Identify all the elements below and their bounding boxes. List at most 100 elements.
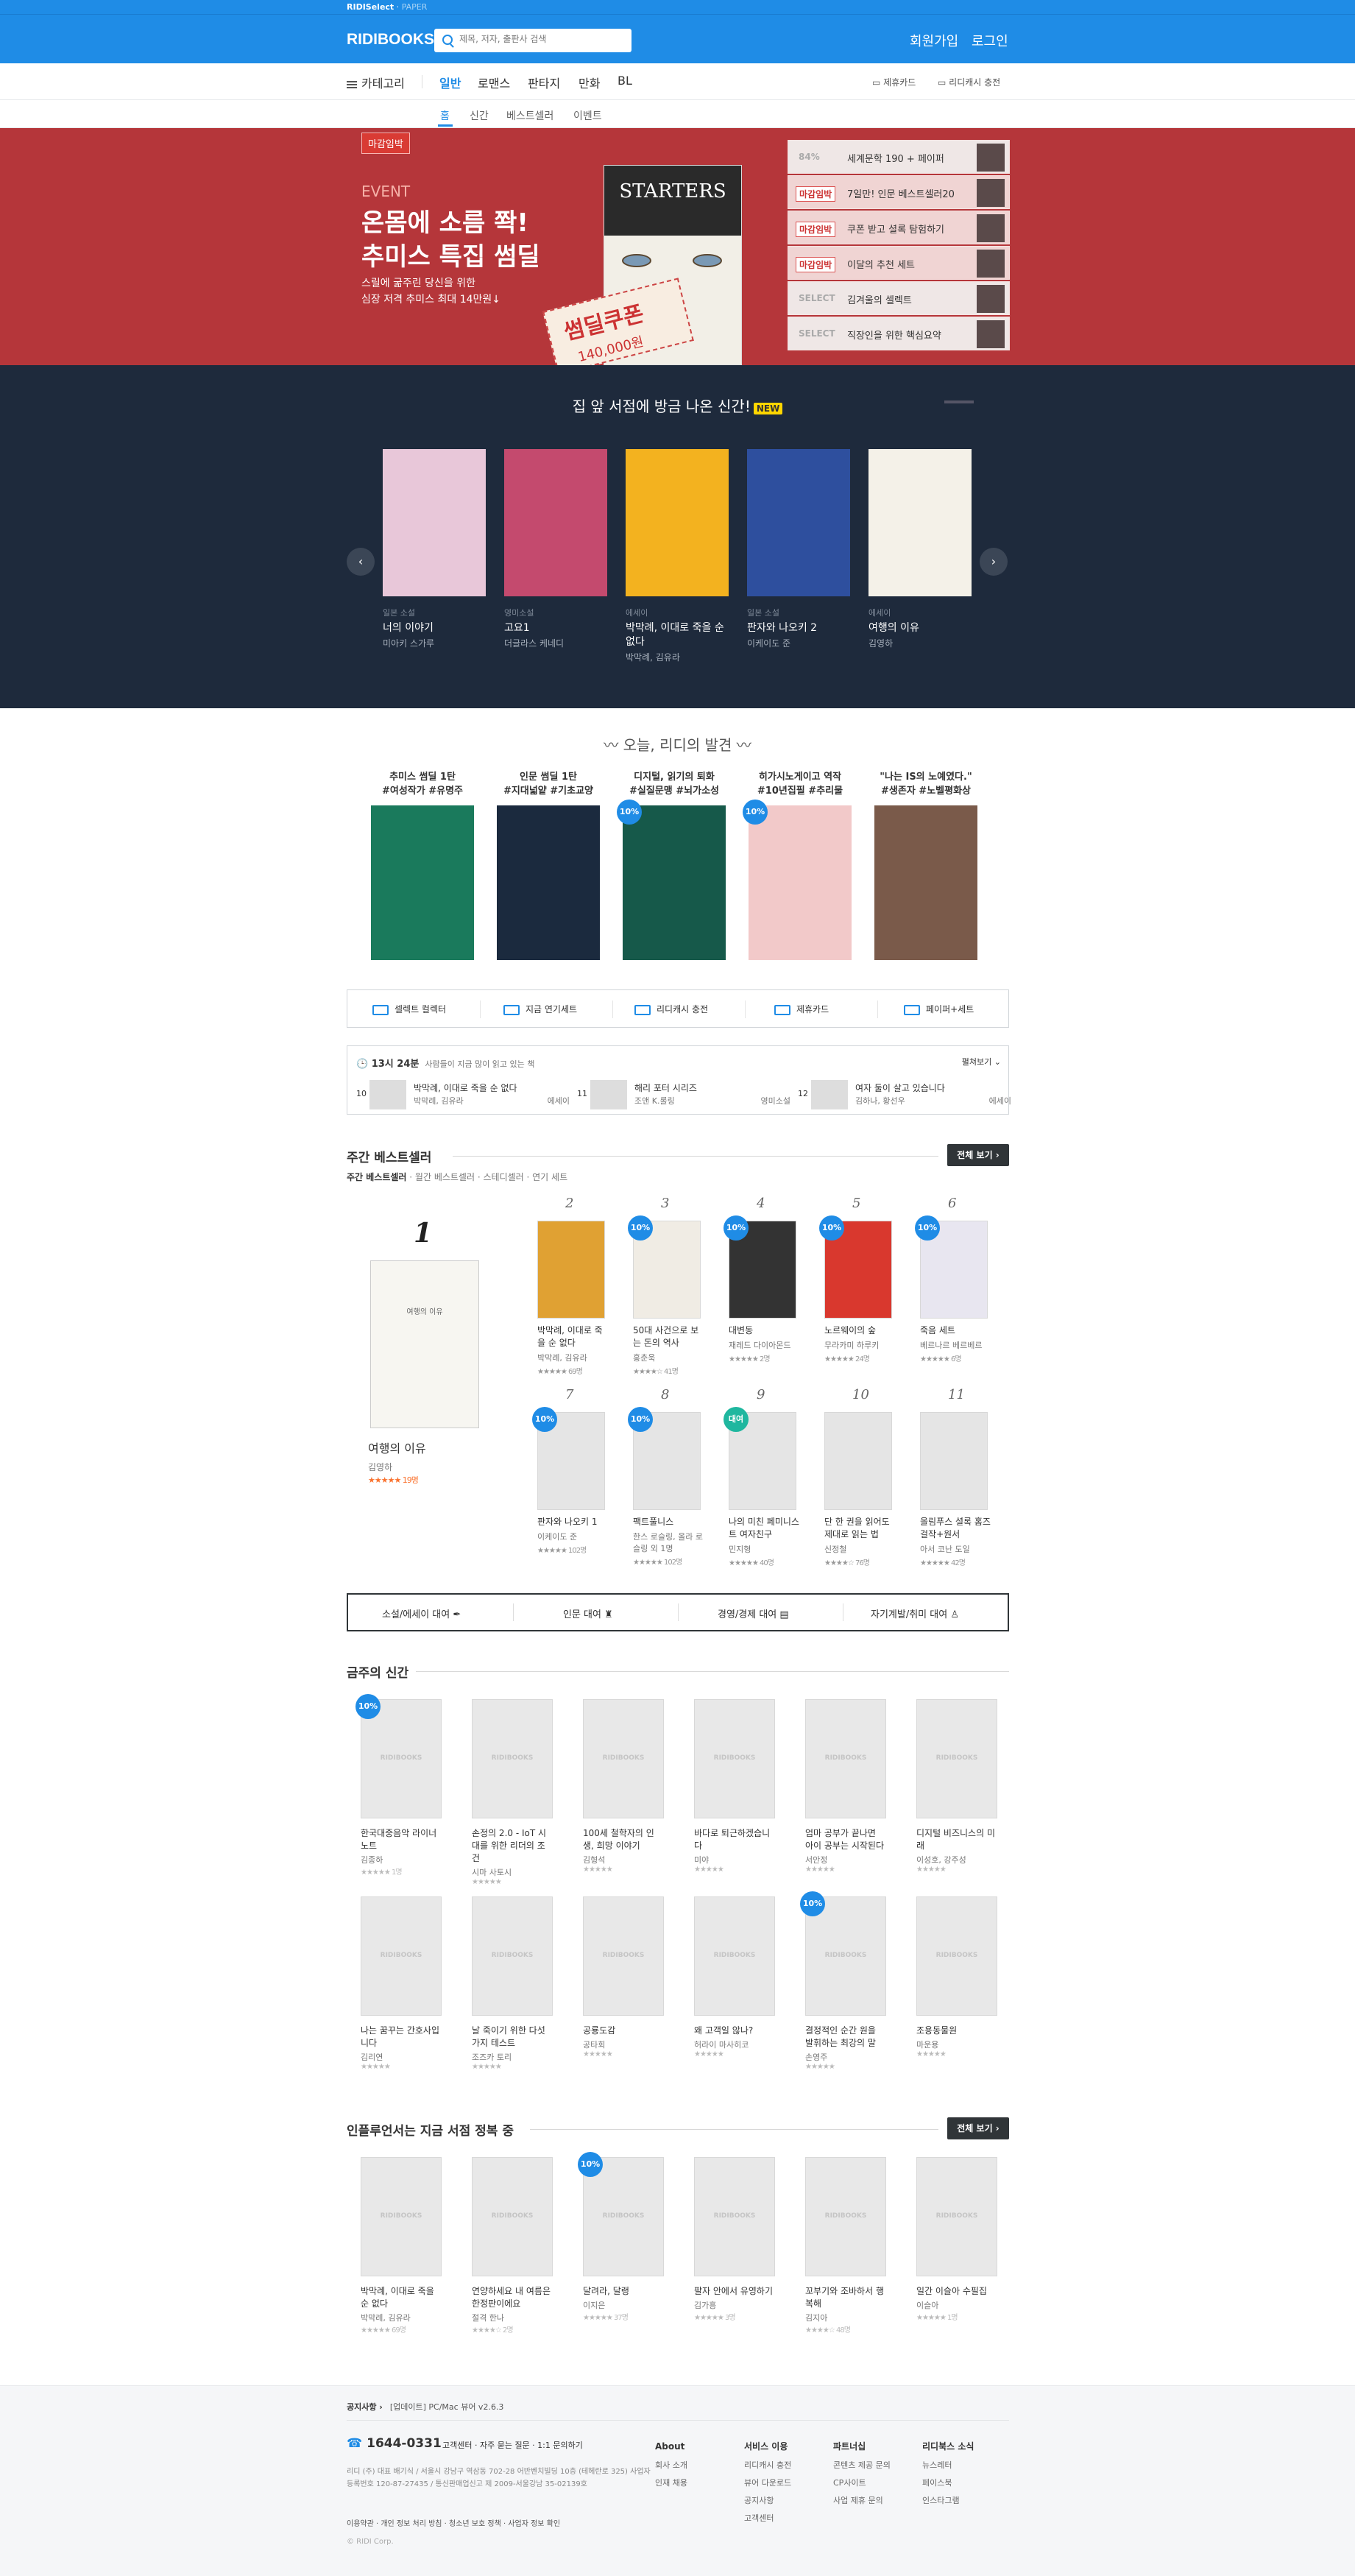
book-item[interactable]: RIDIBOOKS 엄마 공부가 끝나면 아이 공부는 시작된다 서안정 ★★★★★ — [805, 1699, 901, 1874]
book-item[interactable]: RIDIBOOKS 왜 고객일 않나? 허라이 마사히코 ★★★★★ — [694, 1896, 790, 2058]
book-item[interactable]: RIDIBOOKS 박막례, 이대로 죽을 순 없다 박막례, 김유라 ★★★★★ 6… — [361, 2157, 456, 2335]
book-item[interactable]: RIDIBOOKS 팔자 안에서 유영하기 김가흥 ★★★★★ 3명 — [694, 2157, 790, 2322]
ridiselect-link[interactable]: RIDISelect — [347, 2, 394, 12]
hero-list-item[interactable]: 마감임박 7일만! 인문 베스트셀러20 — [788, 175, 1010, 209]
hero-list-item[interactable]: 84% 세계문학 190 + 페이퍼 — [788, 140, 1010, 174]
bestseller-book[interactable]: 박막례, 이대로 죽을 순 없다 박막례, 김유라 ★★★★★ 69명 — [537, 1221, 608, 1376]
signup-button[interactable]: 회원가입 — [910, 31, 958, 50]
footer-link[interactable]: 뉴스레터 — [922, 2457, 974, 2474]
bestseller-book[interactable]: 10% 대변동 재레드 다이아몬드 ★★★★★ 2명 — [724, 1215, 799, 1363]
ranking-item[interactable]: 11 해리 포터 시리즈 조앤 K.롤링 영미소설 — [577, 1080, 790, 1109]
category-button[interactable]: 카테고리 — [347, 74, 405, 91]
bestseller-book[interactable]: 10% 팩트풀니스 한스 로슬링, 올라 로슬링 외 1명 ★★★★★ 102명 — [628, 1407, 704, 1567]
today-book[interactable]: "나는 IS의 노예였다." #생존자 #노벨평화상 — [871, 770, 981, 960]
book-item[interactable]: RIDIBOOKS 공룡도감 공타회 ★★★★★ — [583, 1896, 679, 2058]
partner-card-link[interactable]: ▭ 제휴카드 — [872, 76, 916, 88]
bestseller-book[interactable]: 10% 노르웨이의 숲 무라카미 하루키 ★★★★★ 24명 — [819, 1215, 895, 1363]
ridicash-charge-link[interactable]: ▭ 리디캐시 충전 — [938, 76, 1000, 88]
footer-link[interactable]: CP사이트 — [833, 2474, 891, 2492]
hero-list-item[interactable]: SELECT 직장인을 위한 핵심요약 — [788, 317, 1010, 350]
today-book[interactable]: 인문 썸딜 1탄 #지대넓얕 #기초교양 — [493, 770, 604, 960]
subtab-new[interactable]: 신간 — [470, 108, 489, 123]
book-item[interactable]: RIDIBOOKS 100세 철학자의 인생, 희망 이야기 김형석 ★★★★★ — [583, 1699, 679, 1874]
book-item[interactable]: RIDIBOOKS 손정의 2.0 - IoT 시대를 위한 리더의 조건 시마 사… — [472, 1699, 567, 1886]
carousel-book[interactable]: 영미소설 고요1 더글라스 케네디 — [504, 449, 607, 649]
book-item[interactable]: RIDIBOOKS 나는 꿈꾸는 간호사입니다 김리연 ★★★★★ — [361, 1896, 456, 2071]
book-item[interactable]: RIDIBOOKS 10% 결정적인 순간 원을 발휘하는 최강의 말 손영주 ★★★★… — [800, 1891, 901, 2071]
carousel-prev-button[interactable]: ‹ — [347, 548, 375, 576]
footer-link[interactable]: 고객센터 — [744, 2510, 791, 2527]
tab-fantasy[interactable]: 판타지 — [528, 74, 560, 91]
footer-link[interactable]: 인재 채용 — [655, 2474, 687, 2492]
bestseller-more-button[interactable]: 전체 보기 › — [947, 1144, 1009, 1166]
book-item[interactable]: RIDIBOOKS 일간 이슬아 수필집 이슬아 ★★★★★ 1명 — [916, 2157, 1012, 2322]
rental-business[interactable]: 경영/경제 대여 ▤ — [718, 1606, 789, 1620]
quick-select-collector[interactable]: 셀렉트 컬렉터 — [372, 1003, 446, 1015]
footer-link[interactable]: 사업 제휴 문의 — [833, 2492, 891, 2510]
subtab-home[interactable]: 홈 — [440, 108, 450, 123]
bestseller-book[interactable]: 10% 죽음 세트 베르나르 베르베르 ★★★★★ 6명 — [915, 1215, 991, 1363]
hero-list-item[interactable]: SELECT 김겨울의 셀렉트 — [788, 281, 1010, 315]
footer-link[interactable]: 리디캐시 충전 — [744, 2457, 791, 2474]
today-book[interactable]: 추미스 썸딜 1탄 #여성작가 #유명주 — [367, 770, 478, 960]
login-button[interactable]: 로그인 — [972, 31, 1008, 50]
tab-weekly[interactable]: 주간 베스트셀러 — [347, 1172, 406, 1182]
tab-general[interactable]: 일반 — [439, 74, 461, 91]
carousel-book[interactable]: 에세이 여행의 이유 김영하 — [868, 449, 972, 649]
tab-comic[interactable]: 만화 — [579, 74, 600, 91]
expand-button[interactable]: 펼쳐보기 ⌄ — [962, 1056, 1001, 1068]
tab-romance[interactable]: 로맨스 — [478, 74, 510, 91]
carousel-book[interactable]: 일본 소설 판자와 나오키 2 이케이도 준 — [747, 449, 850, 649]
bestseller-book[interactable]: 10% 판자와 나오키 1 이케이도 준 ★★★★★ 102명 — [532, 1407, 608, 1555]
tab-steady[interactable]: 스테디셀러 — [483, 1172, 523, 1182]
footer-link[interactable]: 인스타그램 — [922, 2492, 974, 2510]
today-book[interactable]: 히가시노게이고 역작 #10년집필 #추리물 10% — [743, 770, 855, 960]
carousel-book[interactable]: 일본 소설 너의 이야기 미아키 스가루 — [383, 449, 486, 649]
subtab-event[interactable]: 이벤트 — [573, 108, 602, 123]
footer-link[interactable]: 콘텐츠 제공 문의 — [833, 2457, 891, 2474]
tab-set[interactable]: 연기 세트 — [532, 1172, 567, 1182]
footer-link[interactable]: 공지사항 — [744, 2492, 791, 2510]
ranking-item[interactable]: 12 여자 둘이 살고 있습니다 김하나, 황선우 에세이 — [798, 1080, 1011, 1109]
footer-link[interactable]: 뷰어 다운로드 — [744, 2474, 791, 2492]
quick-set[interactable]: 지금 연기세트 — [503, 1003, 577, 1015]
search-input[interactable] — [459, 34, 621, 44]
book-item[interactable]: RIDIBOOKS 10% 달려라, 달랭 이지은 ★★★★★ 37명 — [578, 2152, 679, 2322]
hero-list-item[interactable]: 마감임박 이달의 추천 세트 — [788, 246, 1010, 280]
book-item[interactable]: RIDIBOOKS 조용동물원 마운용 ★★★★★ — [916, 1896, 1012, 2058]
today-book[interactable]: 디지털, 읽기의 퇴화 #실질문맹 #뇌가소성 10% — [617, 770, 729, 960]
book-item[interactable]: RIDIBOOKS 꼬부기와 조바하서 행복해 김지아 ★★★★☆ 48명 — [805, 2157, 901, 2335]
rental-selfdev[interactable]: 자기계발/취미 대여 ♙ — [871, 1606, 959, 1620]
tab-bl[interactable]: BL — [618, 74, 632, 88]
footer-link[interactable]: 페이스북 — [922, 2474, 974, 2492]
carousel-pager[interactable] — [944, 400, 974, 403]
book-item[interactable]: RIDIBOOKS 날 죽이기 위한 다섯 가지 테스트 조즈카 토리 ★★★★★ — [472, 1896, 567, 2071]
ranking-item[interactable]: 10 박막례, 이대로 죽을 순 없다 박막례, 김유라 에세이 — [356, 1080, 570, 1109]
tab-monthly[interactable]: 월간 베스트셀러 — [415, 1172, 475, 1182]
footer-link[interactable]: 회사 소개 — [655, 2457, 687, 2474]
quick-card[interactable]: 제휴카드 — [774, 1003, 829, 1015]
rental-novel[interactable]: 소설/에세이 대여 ✒ — [382, 1606, 461, 1620]
hero-banner[interactable]: 마감임박 EVENT 온몸에 소름 쫙! 추미스 특집 썸딜 스릴에 굶주린 당신… — [0, 128, 1355, 375]
policy-links[interactable]: 이용약관 · 개인 정보 처리 방침 · 청소년 보호 정책 · 사업자 정보 … — [347, 2517, 560, 2528]
hero-list-item[interactable]: 마감임박 쿠폰 받고 셜록 탐험하기 — [788, 211, 1010, 244]
bestseller-book[interactable]: 10% 50대 사건으로 보는 돈의 역사 홍춘욱 ★★★★☆ 41명 — [628, 1215, 704, 1376]
book-item[interactable]: RIDIBOOKS 10% 한국대중음악 라이너노트 김종하 ★★★★★ 1명 — [355, 1694, 456, 1877]
book-item[interactable]: RIDIBOOKS 연양하세요 내 여름은 한정판이에요 절격 한나 ★★★★☆ 2명 — [472, 2157, 567, 2335]
quick-paper-set[interactable]: 페이퍼+세트 — [904, 1003, 974, 1015]
book-item[interactable]: RIDIBOOKS 디지털 비즈니스의 미래 이성호, 강주성 ★★★★★ — [916, 1699, 1012, 1874]
search-box[interactable] — [434, 29, 631, 52]
bestseller-book[interactable]: 단 한 권을 읽어도 제대로 읽는 법 신정철 ★★★★☆ 76명 — [824, 1412, 895, 1567]
book-item[interactable]: RIDIBOOKS 바다로 퇴근하겠습니다 미야 ★★★★★ — [694, 1699, 790, 1874]
customer-center-links[interactable]: 고객센터 · 자주 묻는 질문 · 1:1 문의하기 — [442, 2439, 583, 2451]
bestseller-book[interactable]: 대여 나의 미친 페미니스트 여자친구 민지형 ★★★★★ 40명 — [724, 1407, 799, 1567]
rental-humanities[interactable]: 인문 대여 ♜ — [563, 1606, 613, 1620]
carousel-next-button[interactable]: › — [980, 548, 1008, 576]
influencer-more-button[interactable]: 전체 보기 › — [947, 2117, 1009, 2139]
bestseller-book[interactable]: 올림푸스 셜록 홈즈 걸작+원서 아서 코난 도일 ★★★★★ 42명 — [920, 1412, 991, 1567]
notice[interactable]: 공지사항 › [업데이트] PC/Mac 뷰어 v2.6.3 — [347, 2401, 503, 2413]
paper-link[interactable]: PAPER — [402, 2, 428, 12]
quick-ridicash[interactable]: 리디캐시 충전 — [634, 1003, 708, 1015]
subtab-bestseller[interactable]: 베스트셀러 — [506, 108, 553, 123]
logo[interactable]: RIDIBOOKS — [347, 31, 434, 49]
